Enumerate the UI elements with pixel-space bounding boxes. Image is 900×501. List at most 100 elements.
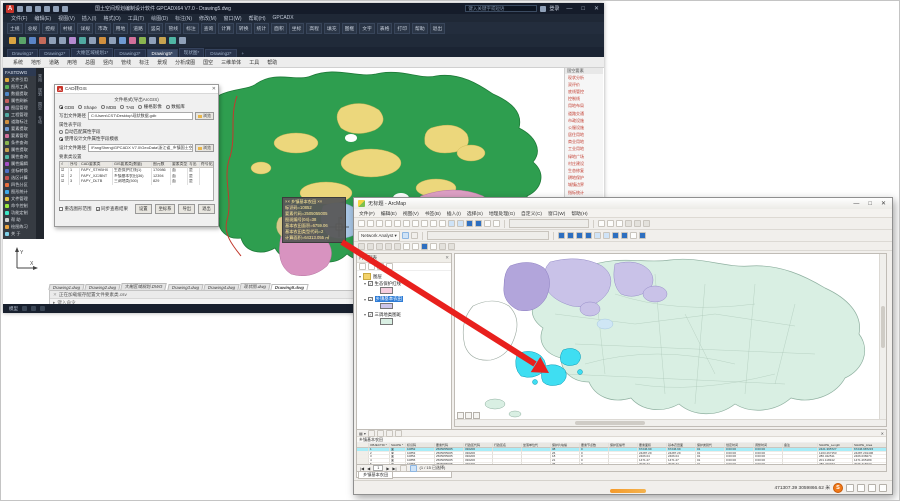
cad-tool-icon[interactable] — [9, 37, 16, 44]
list-by-visibility-icon[interactable] — [377, 263, 384, 270]
editor-tool-icon[interactable] — [385, 243, 392, 250]
attr-option-radio[interactable]: 使用设计文件属性字段模板 — [59, 136, 214, 142]
cad-toolbar-button[interactable]: 详规 — [77, 23, 93, 34]
cad-toolbar-button[interactable]: 查询 — [201, 23, 217, 34]
cad-toolbar-button[interactable]: 竖向 — [148, 23, 164, 34]
toolbar-icon[interactable] — [412, 220, 419, 227]
cad-ribbon-tab[interactable]: 分析成图 — [175, 59, 195, 66]
toolbar-icon[interactable] — [607, 220, 614, 227]
table-options-icon[interactable]: ▦ ▾ — [359, 431, 366, 436]
cad-ribbon-tab[interactable]: 管线 — [121, 59, 131, 66]
cad-maximize-button[interactable]: □ — [581, 6, 587, 12]
collapse-icon[interactable]: ▾ — [359, 274, 361, 279]
navigation-tool-icon[interactable] — [585, 232, 592, 239]
cad-tool-icon[interactable] — [59, 37, 66, 44]
arcmap-menu-item[interactable]: 文件(F) — [359, 210, 375, 217]
navigation-tool-icon[interactable] — [612, 232, 619, 239]
right-palette-item[interactable]: 双评价 — [565, 81, 603, 88]
cad-ribbon-tab[interactable]: 地形 — [31, 59, 41, 66]
cad-tool-icon[interactable] — [99, 37, 106, 44]
data-view-icon[interactable] — [457, 412, 464, 419]
arcmap-minimize-button[interactable]: — — [853, 201, 861, 207]
arcmap-menu-item[interactable]: 书签(B) — [425, 210, 441, 217]
save-icon[interactable] — [35, 6, 41, 12]
arcmap-menu-item[interactable]: 视图(V) — [403, 210, 419, 217]
palette-item[interactable]: 属性编辑 — [3, 160, 36, 167]
arcmap-menu-item[interactable]: 地理处理(G) — [489, 210, 515, 217]
cad-toolbar-button[interactable]: 总规 — [25, 23, 41, 34]
next-record-icon[interactable]: ▶ — [386, 466, 389, 471]
print-icon[interactable] — [44, 6, 50, 12]
cad-tool-icon[interactable] — [39, 37, 46, 44]
cad-ribbon-tab[interactable]: 景观 — [157, 59, 167, 66]
editor-tool-icon[interactable] — [421, 243, 428, 250]
prev-record-icon[interactable]: ◀ — [367, 466, 370, 471]
cad-toolbar-button[interactable]: 计算 — [218, 23, 234, 34]
toc-layer[interactable]: ▾ ✓ 生态保护红线 — [364, 280, 449, 294]
help-search-input[interactable]: 键入关键字或短语 — [465, 5, 537, 12]
right-palette-item[interactable]: 村庄建设 — [565, 160, 603, 167]
right-palette-item[interactable]: 城镇边界 — [565, 182, 603, 189]
cad-toolbar-button[interactable]: 坐标 — [289, 23, 305, 34]
collapse-icon[interactable]: ▾ — [364, 281, 366, 286]
undo-icon[interactable] — [53, 6, 59, 12]
scale-combo[interactable] — [509, 219, 589, 228]
dialog-button[interactable]: 导出 — [178, 204, 195, 214]
cad-menu-item[interactable]: 窗口(W) — [224, 15, 242, 22]
dialog-button[interactable]: 退出 — [198, 204, 215, 214]
collapse-icon[interactable]: ▾ — [364, 312, 366, 317]
right-palette-item[interactable]: 市政设施 — [565, 117, 603, 124]
palette-item[interactable]: 四色分区 — [3, 181, 36, 188]
related-tables-icon[interactable] — [368, 430, 375, 437]
cad-doc-tab[interactable]: Drawing1* — [7, 49, 38, 57]
cad-toolbar-button[interactable]: 管线 — [165, 23, 181, 34]
cad-menu-item[interactable]: 工具(T) — [128, 15, 144, 22]
navigation-tool-icon[interactable] — [603, 232, 610, 239]
browse-template-button[interactable]: 浏览 — [195, 144, 214, 152]
network-analyst-dropdown[interactable]: Network Analyst ▾ — [358, 231, 400, 241]
palette-item[interactable]: 道路标注 — [3, 118, 36, 125]
cad-side-tab[interactable]: 专项 — [37, 116, 43, 124]
arcmap-close-button[interactable]: ✕ — [881, 200, 888, 207]
palette-item[interactable]: 属性查询 — [3, 153, 36, 160]
palette-item[interactable]: 命令控制 — [3, 202, 36, 209]
map-vertical-scrollbar[interactable] — [879, 254, 886, 426]
dialog-close-icon[interactable]: ✕ — [212, 86, 216, 92]
cad-minimize-button[interactable]: — — [566, 6, 574, 12]
cad-ribbon-tab[interactable]: 用地 — [67, 59, 77, 66]
cad-ribbon-tab[interactable]: 总图 — [85, 59, 95, 66]
refresh-view-icon[interactable] — [473, 412, 480, 419]
cad-toolbar-button[interactable]: 高程 — [306, 23, 322, 34]
handwriting-icon[interactable] — [857, 484, 865, 492]
cad-menu-item[interactable]: 标注(N) — [175, 15, 192, 22]
cad-side-tab[interactable]: 国空 — [37, 102, 43, 110]
cad-toolbar-button[interactable]: 土规 — [7, 23, 23, 34]
palette-item[interactable]: 坐标转换 — [3, 167, 36, 174]
layer-symbol-swatch[interactable] — [380, 303, 393, 310]
show-all-records-icon[interactable] — [400, 465, 407, 472]
palette-item[interactable]: 文件管理 — [3, 195, 36, 202]
toolbar-icon[interactable] — [376, 220, 383, 227]
arcmap-menu-item[interactable]: 自定义(C) — [521, 210, 542, 217]
cad-toolbar-button[interactable]: 帮助 — [412, 23, 428, 34]
mic-icon[interactable] — [868, 484, 876, 492]
redo-icon[interactable] — [62, 6, 68, 12]
cad-toolbar-button[interactable]: 转换 — [236, 23, 252, 34]
switch-selection-icon[interactable] — [395, 430, 402, 437]
cad-ribbon-tab[interactable]: 国空 — [203, 59, 213, 66]
toolbar-icon[interactable] — [475, 220, 482, 227]
cad-tool-icon[interactable] — [159, 37, 166, 44]
format-radio[interactable]: GDB — [59, 105, 74, 110]
layout-view-icon[interactable] — [465, 412, 472, 419]
cad-toolbar-button[interactable]: 标注 — [183, 23, 199, 34]
right-palette-item[interactable]: 工业用地 — [565, 146, 603, 153]
editor-tool-icon[interactable] — [367, 243, 374, 250]
georeferencing-combo[interactable] — [427, 231, 549, 240]
cad-toolbar-button[interactable]: 文字 — [359, 23, 375, 34]
toolbar-icon[interactable] — [358, 220, 365, 227]
cad-toolbar-button[interactable]: 退出 — [430, 23, 446, 34]
toc-layer[interactable]: ▾ ✓ 三调地类图斑 — [364, 311, 449, 325]
login-link[interactable]: 登录 — [549, 5, 559, 12]
cad-menu-item[interactable]: 帮助(H) — [249, 15, 266, 22]
sogou-ime-icon[interactable]: S — [833, 483, 843, 493]
